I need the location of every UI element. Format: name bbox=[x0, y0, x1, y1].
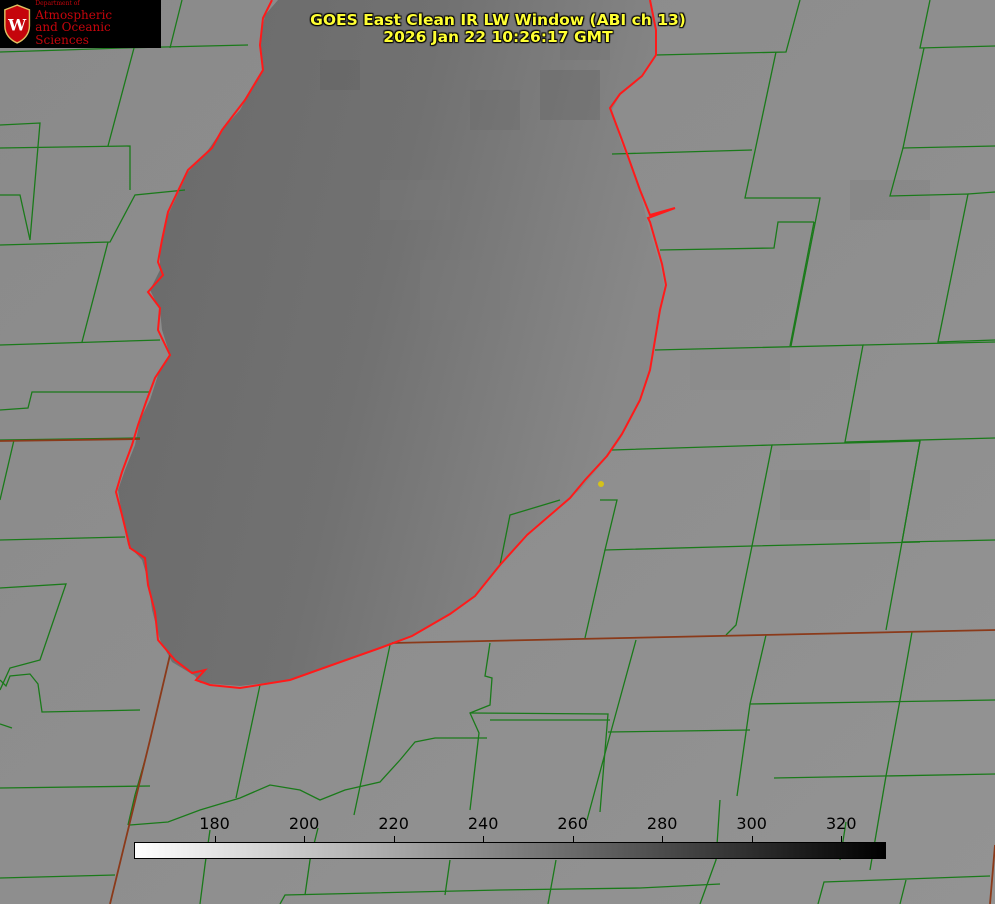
logo-line-2: and Oceanic Sciences bbox=[35, 20, 111, 47]
colorbar-tick-label: 240 bbox=[467, 814, 499, 833]
title-timestamp: 2026 Jan 22 10:26:17 GMT bbox=[383, 28, 613, 46]
logo-dept-text: Department of bbox=[35, 0, 80, 8]
colorbar-tick-label: 280 bbox=[646, 814, 678, 833]
uw-crest-icon: W bbox=[4, 4, 31, 44]
image-title: GOES East Clean IR LW Window (ABI ch 13)… bbox=[248, 12, 748, 46]
colorbar-tick-label: 220 bbox=[378, 814, 409, 833]
satellite-map bbox=[0, 0, 995, 904]
aos-logo: W Department of Atmospheric and Oceanic … bbox=[0, 0, 161, 48]
colorbar-tick-label: 300 bbox=[736, 814, 767, 833]
colorbar-tick-label: 180 bbox=[199, 814, 230, 833]
satellite-image-viewer: W Department of Atmospheric and Oceanic … bbox=[0, 0, 995, 904]
logo-text: Department of Atmospheric and Oceanic Sc… bbox=[35, 0, 161, 47]
svg-text:W: W bbox=[7, 16, 27, 35]
location-marker bbox=[598, 481, 604, 487]
colorbar-tick-label: 200 bbox=[288, 814, 320, 833]
colorbar-tick-label: 320 bbox=[825, 814, 857, 833]
title-product: GOES East Clean IR LW Window (ABI ch 13) bbox=[310, 11, 686, 29]
colorbar-ticks: 180 200 220 240 260 280 300 320 bbox=[0, 814, 995, 842]
colorbar bbox=[134, 842, 886, 859]
colorbar-tick-label: 260 bbox=[557, 814, 588, 833]
